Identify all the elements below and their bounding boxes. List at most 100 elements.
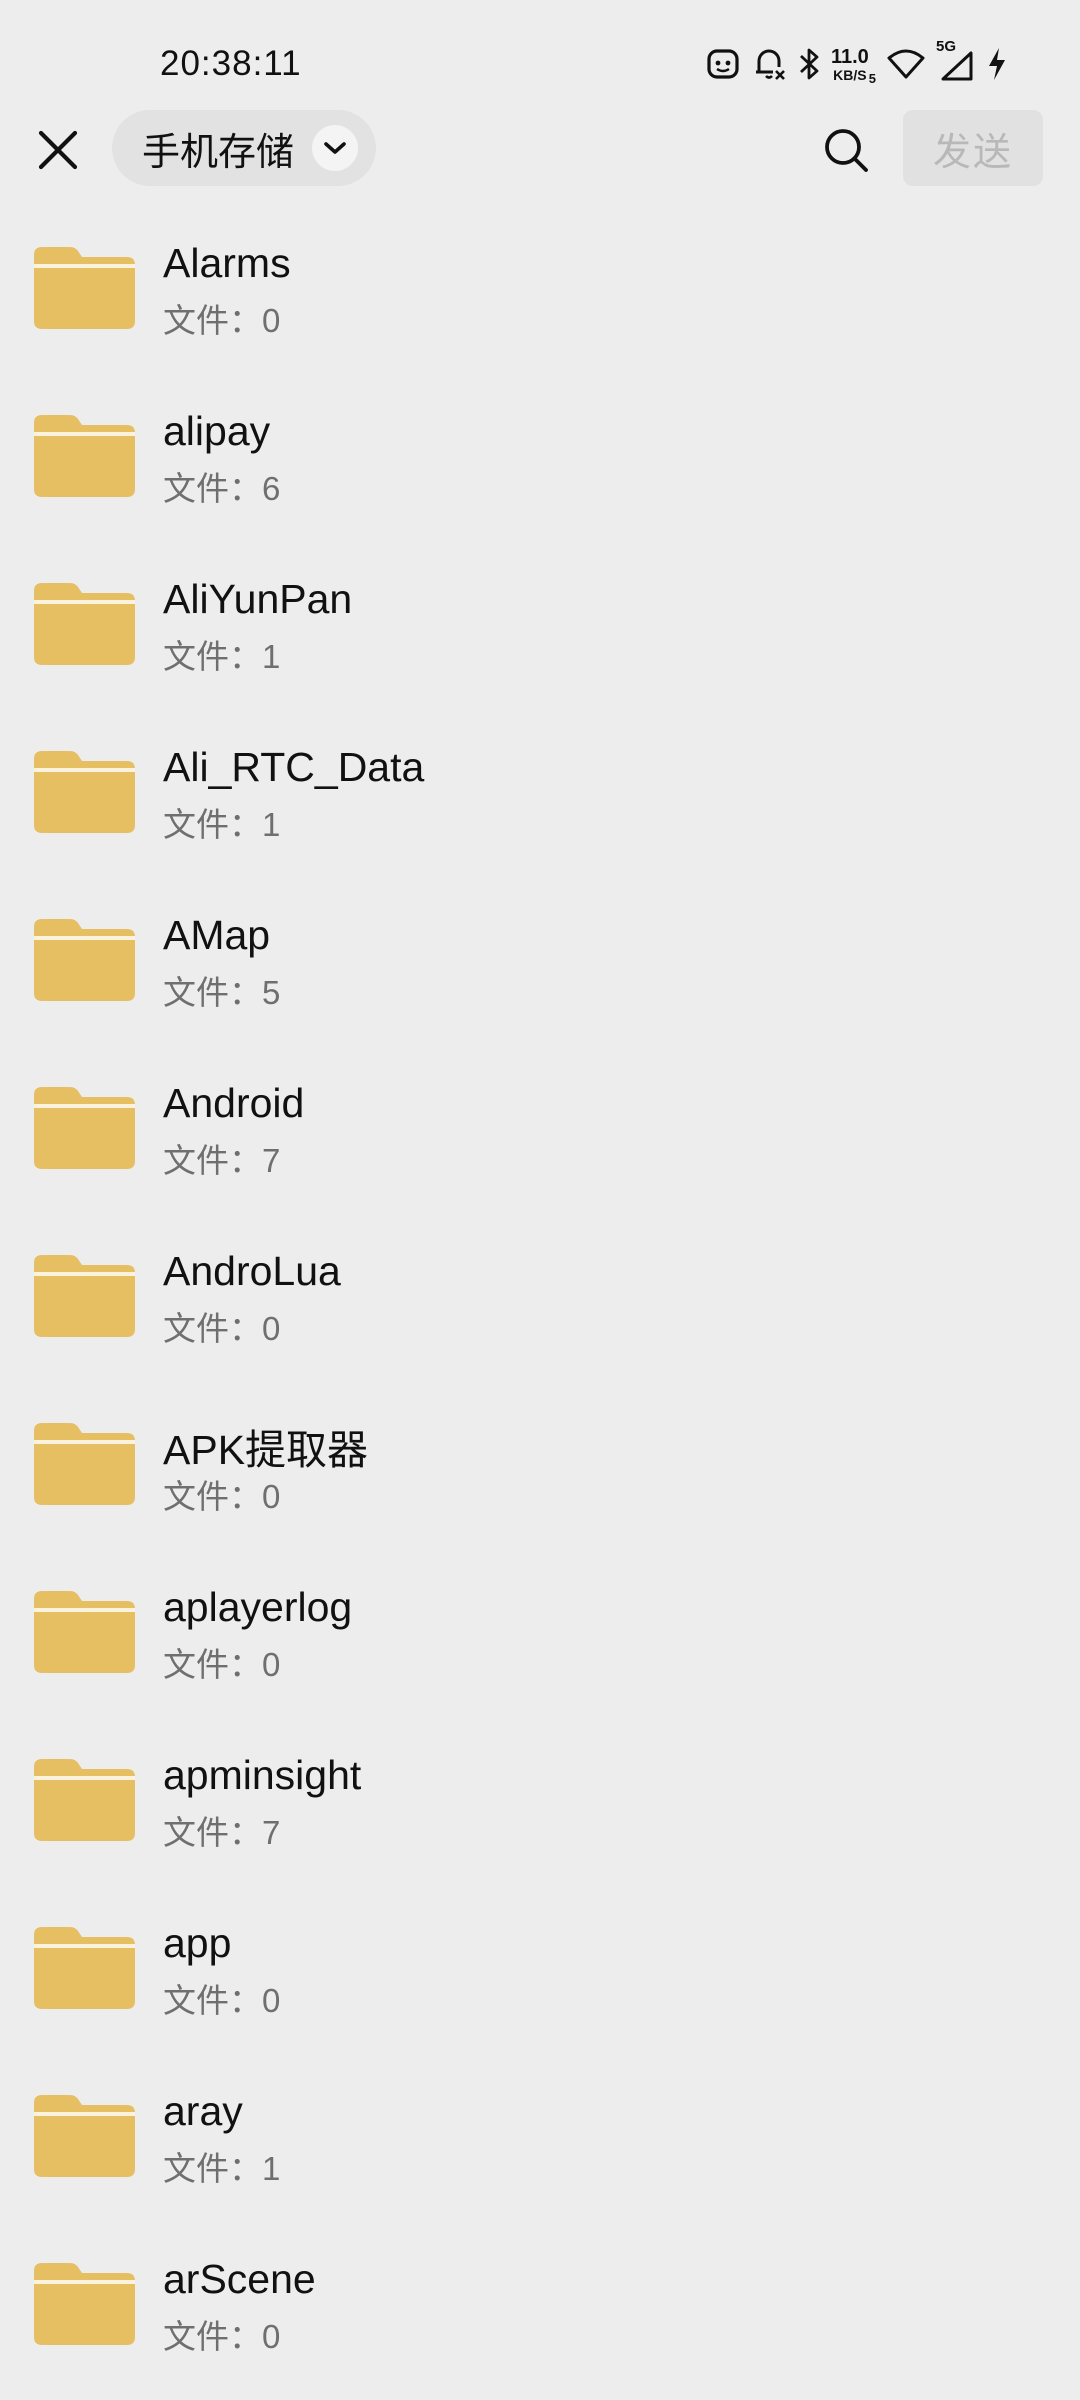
- file-meta: 文件：0: [163, 1302, 280, 1350]
- folder-icon: [34, 2095, 135, 2177]
- file-meta: 文件：1: [163, 798, 280, 846]
- cellular-signal: 5G: [936, 38, 976, 86]
- file-list-item[interactable]: AndroLua 文件：0: [0, 1218, 1080, 1386]
- folder-icon: [34, 1591, 135, 1673]
- wifi-icon: [887, 49, 925, 79]
- file-list-item[interactable]: apminsight 文件：7: [0, 1722, 1080, 1890]
- file-name: arScene: [163, 2256, 316, 2302]
- file-count-value: 0: [262, 1478, 281, 1515]
- file-name: AndroLua: [163, 1248, 341, 1294]
- file-count-label: 文件：: [163, 1646, 262, 1683]
- file-meta: 文件：0: [163, 1638, 280, 1686]
- file-count-label: 文件：: [163, 302, 262, 339]
- file-meta: 文件：0: [163, 294, 280, 342]
- file-count-value: 5: [262, 974, 281, 1011]
- file-name: app: [163, 1920, 232, 1966]
- file-name: Ali_RTC_Data: [163, 744, 425, 790]
- charging-icon: [989, 48, 1005, 80]
- file-count-label: 文件：: [163, 974, 262, 1011]
- file-name: aray: [163, 2088, 243, 2134]
- file-list-item[interactable]: alipay 文件：6: [0, 378, 1080, 546]
- file-count-label: 文件：: [163, 638, 262, 675]
- file-list-item[interactable]: Alarms 文件：0: [0, 210, 1080, 378]
- file-list-item[interactable]: Android 文件：7: [0, 1050, 1080, 1218]
- file-name: alipay: [163, 408, 271, 454]
- folder-icon: [34, 751, 135, 833]
- storage-selector[interactable]: 手机存储: [112, 110, 377, 186]
- file-count-value: 0: [262, 1982, 281, 2019]
- file-list-item[interactable]: APK提取器 文件：0: [0, 1386, 1080, 1554]
- top-bar: 手机存储 发送: [0, 100, 1080, 200]
- signal-icon: [941, 51, 973, 81]
- status-time: 20:38:11: [160, 44, 302, 83]
- file-list-item[interactable]: Ali_RTC_Data 文件：1: [0, 714, 1080, 882]
- file-meta: 文件：0: [163, 1974, 280, 2022]
- folder-icon: [34, 919, 135, 1001]
- file-list: Alarms 文件：0 alipay 文件：6 AliYunPan 文件：1 A…: [0, 210, 1080, 2394]
- file-count-label: 文件：: [163, 806, 262, 843]
- net-speed-unit: KB/S: [833, 66, 867, 83]
- folder-icon: [34, 415, 135, 497]
- send-button[interactable]: 发送: [903, 110, 1043, 186]
- file-count-label: 文件：: [163, 470, 262, 507]
- net-speed-value: 11.0: [830, 45, 869, 68]
- file-name: AliYunPan: [163, 576, 353, 622]
- file-count-label: 文件：: [163, 1478, 262, 1515]
- folder-icon: [34, 1759, 135, 1841]
- file-meta: 文件：5: [163, 966, 280, 1014]
- file-meta: 文件：0: [163, 1470, 280, 1518]
- file-name: APK提取器: [163, 1427, 369, 1473]
- file-count-value: 1: [262, 2150, 281, 2187]
- file-name: aplayerlog: [163, 1584, 353, 1630]
- file-count-label: 文件：: [163, 1310, 262, 1347]
- folder-icon: [34, 1927, 135, 2009]
- file-meta: 文件：1: [163, 2142, 280, 2190]
- file-list-item[interactable]: app 文件：0: [0, 1890, 1080, 2058]
- search-icon: [825, 129, 868, 172]
- file-count-value: 0: [262, 2318, 281, 2355]
- folder-icon: [34, 1087, 135, 1169]
- chevron-down-icon: [324, 142, 346, 154]
- file-name: Alarms: [163, 240, 291, 286]
- file-meta: 文件：6: [163, 462, 280, 510]
- close-button[interactable]: [30, 122, 86, 178]
- file-count-value: 7: [262, 1814, 281, 1851]
- file-count-label: 文件：: [163, 1982, 262, 2019]
- folder-icon: [34, 247, 135, 329]
- close-icon: [38, 130, 78, 170]
- wifi-band-label: 5: [868, 71, 876, 86]
- file-count-value: 1: [262, 638, 281, 675]
- file-count-value: 7: [262, 1142, 281, 1179]
- file-meta: 文件：7: [163, 1134, 280, 1182]
- file-count-label: 文件：: [163, 2150, 262, 2187]
- file-list-item[interactable]: arScene 文件：0: [0, 2226, 1080, 2394]
- bell-muted-icon: [755, 49, 785, 80]
- dropdown-toggle[interactable]: [312, 125, 359, 171]
- app-notification-icon: [707, 49, 739, 79]
- folder-icon: [34, 1255, 135, 1337]
- file-meta: 文件：0: [163, 2310, 280, 2358]
- folder-icon: [34, 1423, 135, 1505]
- file-count-value: 1: [262, 806, 281, 843]
- status-icons: 11.0 KB/S 5 5G: [705, 38, 1008, 86]
- file-name: AMap: [163, 912, 271, 958]
- file-count-label: 文件：: [163, 1142, 262, 1179]
- file-list-item[interactable]: aray 文件：1: [0, 2058, 1080, 2226]
- file-meta: 文件：1: [163, 630, 280, 678]
- file-count-label: 文件：: [163, 2318, 262, 2355]
- net-speed: 11.0 KB/S: [831, 47, 869, 82]
- folder-icon: [34, 583, 135, 665]
- status-bar: 20:38:11 11.0 KB/S 5 5G: [0, 0, 1080, 100]
- file-list-item[interactable]: aplayerlog 文件：0: [0, 1554, 1080, 1722]
- file-name: apminsight: [163, 1752, 362, 1798]
- file-count-value: 0: [262, 1646, 281, 1683]
- storage-label: 手机存储: [142, 131, 295, 174]
- file-meta: 文件：7: [163, 1806, 280, 1854]
- file-list-item[interactable]: AliYunPan 文件：1: [0, 546, 1080, 714]
- search-button[interactable]: [818, 122, 874, 178]
- folder-icon: [34, 2263, 135, 2345]
- file-count-label: 文件：: [163, 1814, 262, 1851]
- file-list-item[interactable]: AMap 文件：5: [0, 882, 1080, 1050]
- bluetooth-icon: [799, 48, 819, 80]
- file-count-value: 0: [262, 302, 281, 339]
